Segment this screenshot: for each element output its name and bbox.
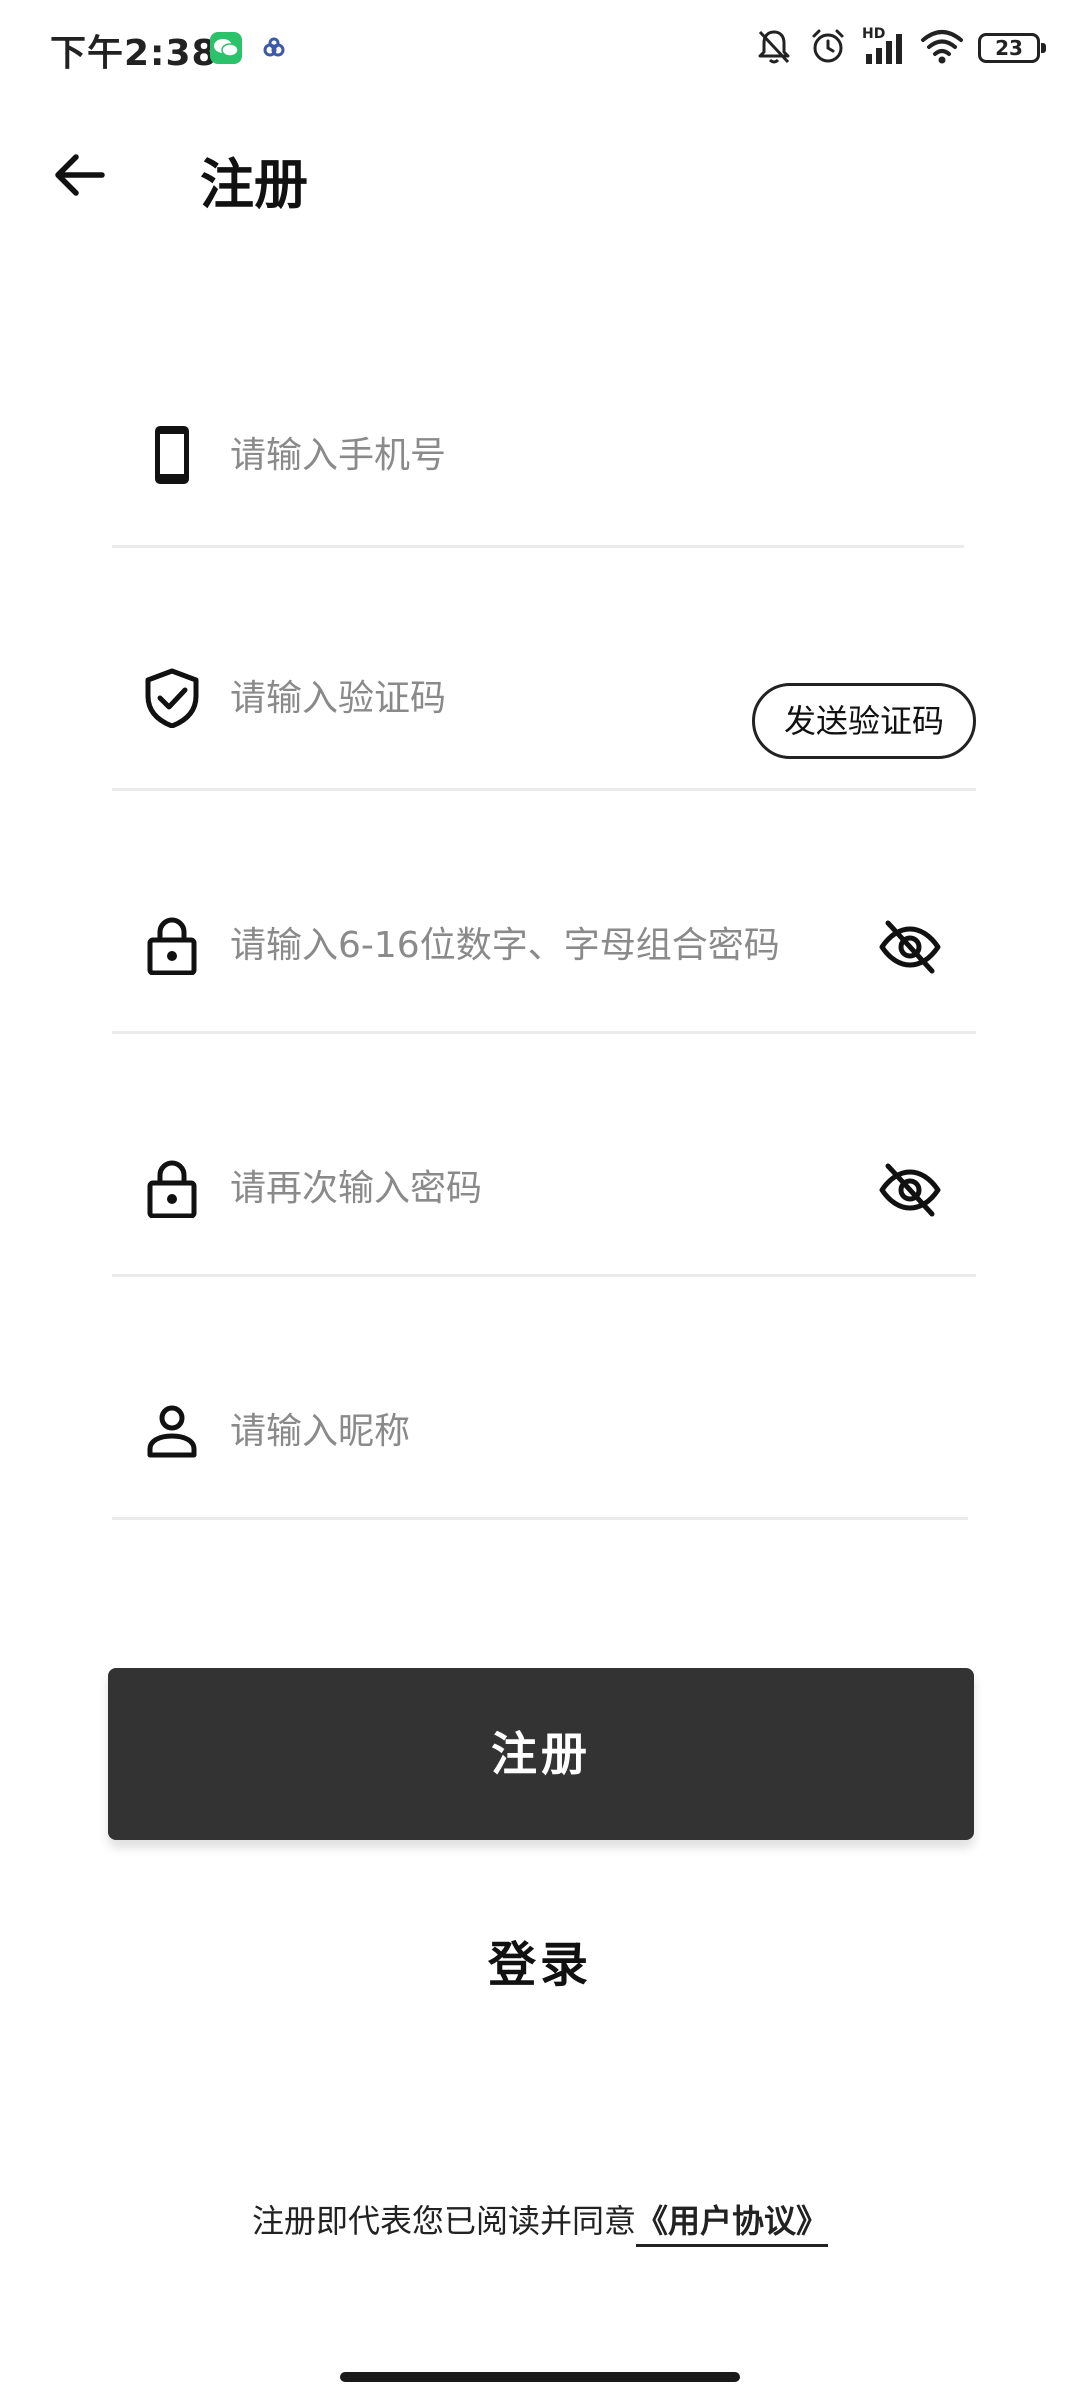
agreement-notice: 注册即代表您已阅读并同意《用户协议》 [0,2196,1080,2247]
user-agreement-link[interactable]: 《用户协议》 [636,2202,829,2247]
lock-icon [142,915,202,976]
login-link[interactable]: 登录 [0,1925,1080,1995]
app-notification-icon [262,36,286,64]
person-icon [142,1401,202,1461]
agreement-text: 注册即代表您已阅读并同意 [251,2202,636,2240]
register-screen: 下午2:38 HD 23 注册 请输入手机号 请输入验证码 发送验证码 请输入昵… [0,0,1080,2400]
status-bar: 下午2:38 HD 23 [0,0,1080,96]
code-input[interactable] [230,668,710,728]
status-icons: HD 23 [754,26,1046,70]
register-button[interactable]: 注册 [108,1668,974,1840]
send-code-button[interactable]: 发送验证码 [752,683,976,759]
nickname-input[interactable] [230,1401,930,1461]
nickname-field-row [112,1357,968,1520]
page-title: 注册 [200,153,308,216]
shield-check-icon [142,668,202,729]
back-button[interactable] [40,135,120,215]
wechat-notification-icon [210,32,242,64]
confirm-password-input[interactable] [230,1158,870,1218]
confirm-password-visibility-toggle[interactable] [878,1158,942,1222]
status-time: 下午2:38 [50,33,218,74]
home-indicator[interactable] [340,2372,740,2382]
code-field-row: 发送验证码 [112,628,976,791]
smartphone-icon [142,425,202,485]
lock-icon [142,1158,202,1219]
cellular-signal-icon: HD [862,26,906,68]
alarm-clock-icon [808,26,848,70]
eye-off-icon [879,920,941,974]
phone-input[interactable] [230,425,930,485]
bell-off-icon [754,26,794,70]
confirm-password-field-row [112,1114,976,1277]
phone-field-row [112,385,964,548]
battery-indicator: 23 [978,33,1046,63]
wifi-icon [920,26,964,70]
eye-off-icon [879,1163,941,1217]
password-field-row [112,871,976,1034]
arrow-left-icon [55,154,105,196]
password-visibility-toggle[interactable] [878,915,942,979]
password-input[interactable] [230,915,870,975]
